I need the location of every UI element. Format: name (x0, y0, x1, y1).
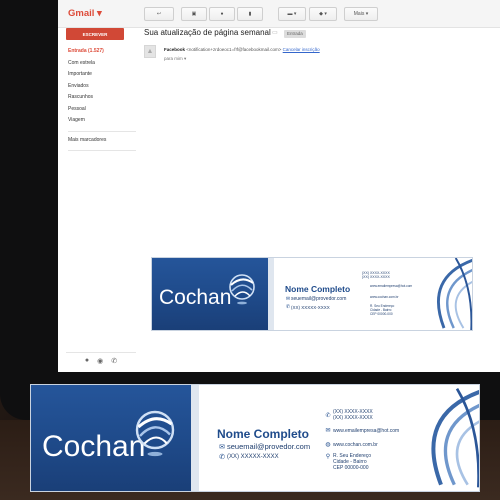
message-subject: Sua atualização de página semanal (144, 28, 271, 37)
folder-icon: ▬ ▾ (287, 11, 297, 17)
gmail-toolbar: Gmail ▾ ↩ ▣ ● ▮ ▬ ▾ ◆ ▾ Mais ▾ (58, 0, 500, 28)
compose-button[interactable]: ESCREVER (66, 28, 124, 40)
phone-icon[interactable]: ✆ (111, 357, 117, 365)
gmail-screen: Gmail ▾ ↩ ▣ ● ▮ ▬ ▾ ◆ ▾ Mais ▾ ESCREVER … (58, 0, 500, 372)
reply-icon: ↩ (156, 11, 162, 17)
signature-brand-name: Cochan (159, 286, 232, 309)
sender-email: <notification+zrdoeoc1=f!f@facebookmail.… (186, 47, 282, 52)
signature-full-name: Nome Completo (285, 284, 351, 294)
decorative-swirl-icon (431, 387, 479, 488)
signature-divider (268, 258, 274, 330)
label-icon: ◆ ▾ (319, 11, 327, 17)
sidebar-item-starred[interactable]: Com estrela (68, 58, 136, 70)
signature-right-web: ◍ www.cochan.com.br (323, 441, 377, 449)
hangouts-icon[interactable]: ◉ (97, 357, 103, 365)
labels-button[interactable]: ◆ ▾ (309, 7, 337, 21)
signature-right-email: www.emailempresa@hot.com (370, 284, 413, 288)
reply-button[interactable]: ↩ (144, 7, 174, 21)
sidebar-footer: ● ◉ ✆ (66, 352, 136, 368)
sender-avatar: ▲ (144, 45, 156, 58)
signature-divider (191, 385, 199, 491)
monitor-bezel: Gmail ▾ ↩ ▣ ● ▮ ▬ ▾ ◆ ▾ Mais ▾ ESCREVER … (0, 0, 500, 420)
email-icon: ✉ (219, 443, 225, 451)
signature-full-name: Nome Completo (217, 427, 310, 441)
signature-email: ✉ seuemail@provedor.com (285, 296, 347, 302)
phone-icon: ✆ (325, 412, 331, 419)
signature-right-web: www.cochan.com.br (370, 295, 399, 299)
sender-line: Facebook <notification+zrdoeoc1=f!f@face… (164, 47, 320, 52)
signature-brand-name: Cochan (42, 430, 146, 463)
sidebar-divider (68, 150, 136, 151)
spam-button[interactable]: ● (209, 7, 235, 21)
sidebar-item-more-labels[interactable]: Mais marcadores (68, 135, 136, 147)
signature-right-email: ✉ www.emailempresa@hot.com (323, 427, 399, 435)
signature-preview-large: Cochan Nome Completo ✉ seuemail@provedor.… (30, 384, 480, 492)
contacts-icon[interactable]: ● (85, 357, 89, 364)
signature-right-phones: (XX) XXXX-XXXX (XX) XXXX-XXXX (362, 271, 390, 279)
signature-right-address: ⚲ R. Seu Endereço Cidade - Bairro CEP 00… (323, 453, 371, 471)
recipient-line[interactable]: para mim ▾ (164, 56, 186, 62)
web-icon: ◍ (325, 442, 331, 448)
signature-phone: ✆ (XX) XXXXX-XXXX (217, 453, 279, 461)
sidebar-divider (68, 130, 136, 132)
sidebar-item-personal[interactable]: Pessoal (68, 104, 136, 116)
message-label-chip[interactable]: Entrada (284, 30, 306, 38)
signature-email: ✉ seuemail@provedor.com (217, 442, 310, 451)
archive-button[interactable]: ▣ (181, 7, 207, 21)
important-marker-icon[interactable]: ▭ (272, 29, 278, 36)
move-to-button[interactable]: ▬ ▾ (278, 7, 306, 21)
spam-icon: ● (220, 11, 224, 17)
decorative-swirl-icon (436, 258, 472, 330)
globe-logo-icon (135, 410, 175, 457)
signature-preview-small: Cochan Nome Completo ✉ seuemail@provedor.… (151, 257, 473, 331)
signature-phone: ✆ (XX) XXXXX-XXXX (285, 304, 330, 310)
phone-icon: ✆ (219, 454, 225, 461)
location-icon: ⚲ (325, 454, 331, 460)
sidebar-item-travel[interactable]: Viagem (68, 115, 136, 127)
sidebar: Entrada (1.527) Com estrela Importante E… (68, 46, 136, 154)
archive-icon: ▣ (191, 11, 197, 17)
sidebar-item-important[interactable]: Importante (68, 69, 136, 81)
trash-icon: ▮ (248, 11, 252, 17)
gmail-logo[interactable]: Gmail ▾ (68, 8, 102, 19)
more-button[interactable]: Mais ▾ (344, 7, 378, 21)
signature-right-address: R. Seu Endereço Cidade - Bairro CEP 0000… (370, 304, 395, 316)
sidebar-item-sent[interactable]: Enviados (68, 81, 136, 93)
signature-right-phones: ✆ (XX) XXXX-XXXX (XX) XXXX-XXXX (323, 409, 372, 421)
sidebar-item-drafts[interactable]: Rascunhos (68, 92, 136, 104)
delete-button[interactable]: ▮ (237, 7, 263, 21)
unsubscribe-link[interactable]: Cancelar inscrição (283, 47, 320, 52)
globe-logo-icon (229, 274, 255, 305)
sender-name: Facebook (164, 47, 186, 52)
email-icon: ✉ (325, 428, 331, 434)
sidebar-item-inbox[interactable]: Entrada (1.527) (68, 46, 136, 58)
